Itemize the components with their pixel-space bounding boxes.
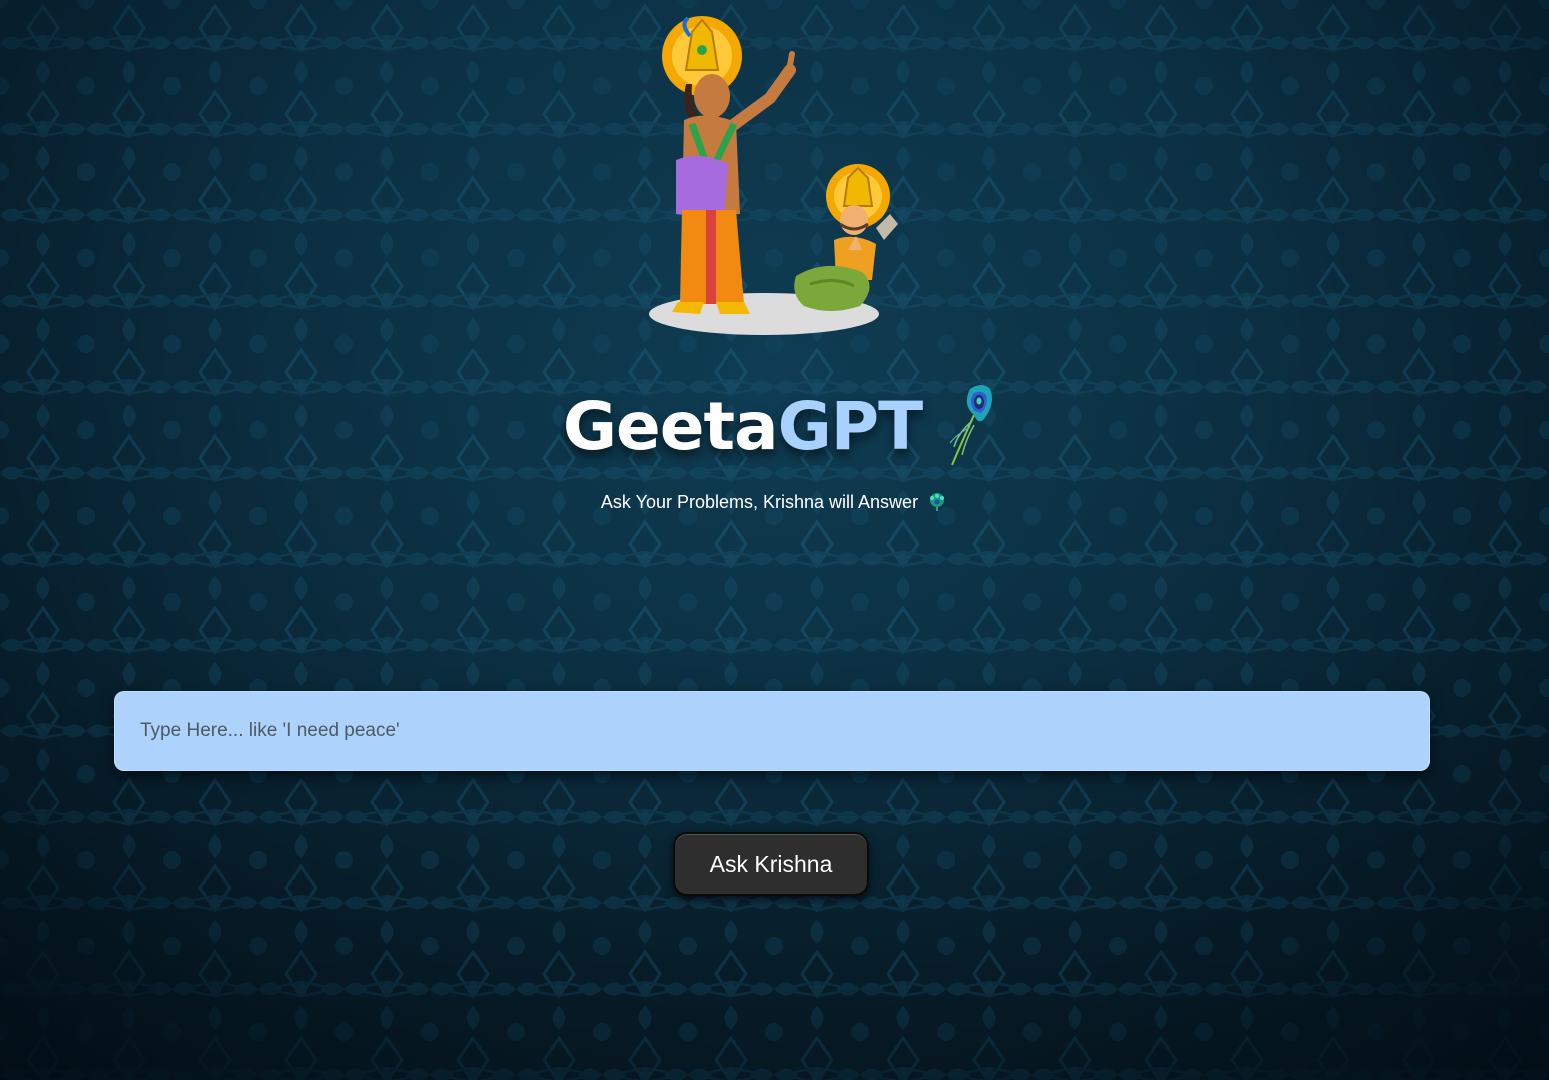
app-title-part2: GPT [777, 388, 924, 465]
question-input-container [114, 691, 1430, 771]
peacock-feather-icon [949, 385, 993, 466]
question-input[interactable] [114, 691, 1430, 771]
peacock-icon [930, 493, 945, 511]
krishna-arjuna-illustration [649, 16, 898, 335]
app-title: GeetaGPT [563, 394, 923, 460]
subtitle-text: Ask Your Problems, Krishna will Answer [600, 491, 919, 512]
ask-krishna-button[interactable]: Ask Krishna [673, 832, 869, 896]
subtitle-row: Ask Your Problems, Krishna will Answer [0, 491, 1549, 513]
title-row: GeetaGPT [0, 382, 1549, 472]
app-title-part1: Geeta [562, 388, 779, 465]
